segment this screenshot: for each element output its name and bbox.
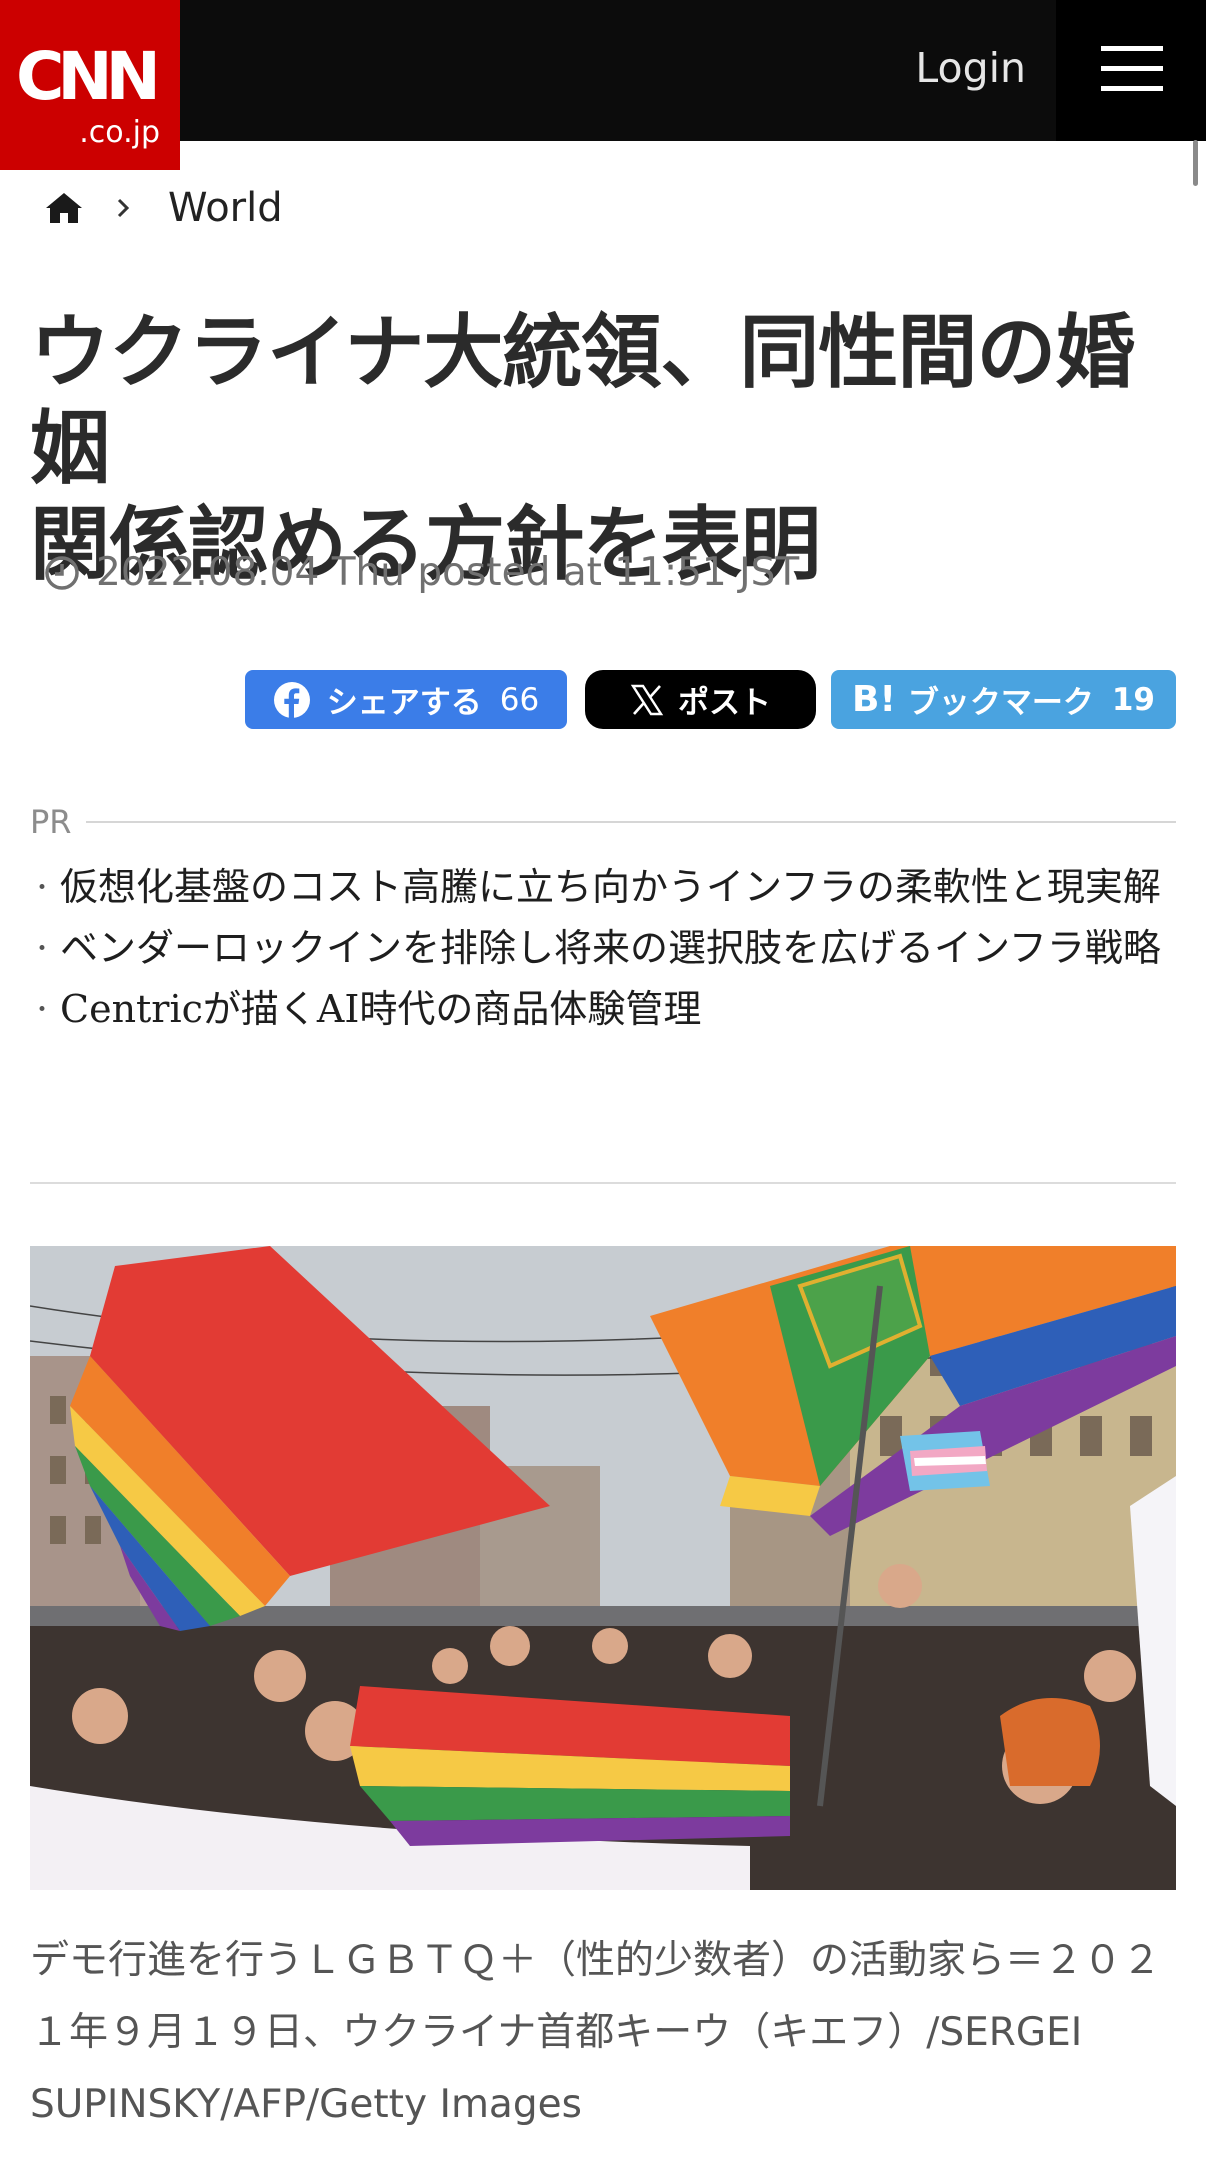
pr-link[interactable]: Centricが描くAI時代の商品体験管理 [36,984,1176,1034]
pr-label: PR [30,803,72,841]
pr-header: PR [30,802,1176,842]
facebook-icon [273,681,310,718]
pr-list: 仮想化基盤のコスト高騰に立ち向かうインフラの柔軟性と現実解 ベンダーロックインを… [36,862,1176,1045]
pride-march-photo [30,1246,1176,1890]
logo-domain: .co.jp [79,115,160,150]
hamburger-icon [1101,46,1163,51]
hatena-bookmark-icon: B! [852,679,896,720]
home-icon[interactable] [44,190,84,226]
breadcrumb-section-link[interactable]: World [168,185,283,231]
hatena-bookmark-button[interactable]: B! ブックマーク 19 [831,670,1176,729]
scrollbar[interactable] [1193,140,1198,186]
section-divider [30,1182,1176,1184]
clock-icon [45,555,79,590]
article-photo [30,1246,1176,1890]
date-text: 2022.08.04 Thu posted at 11:51 JST [96,550,800,595]
hamburger-icon-bar [1101,66,1163,71]
pr-divider [85,821,1176,823]
pr-link[interactable]: ベンダーロックインを排除し将来の選択肢を広げるインフラ戦略 [36,923,1176,973]
breadcrumb: World [44,182,283,234]
logo-text: CNN [16,38,161,115]
facebook-share-button[interactable]: シェアする 66 [245,670,567,729]
x-logo-icon [630,684,664,715]
hatena-bookmark-label: ブックマーク [907,685,1094,721]
chevron-right-icon [117,198,130,218]
hamburger-icon-bar [1101,86,1163,91]
pr-link[interactable]: 仮想化基盤のコスト高騰に立ち向かうインフラの柔軟性と現実解 [36,862,1176,912]
menu-button[interactable] [1056,0,1206,141]
hatena-bookmark-count: 19 [1111,681,1155,718]
facebook-share-count: 66 [499,681,540,718]
photo-caption: デモ行進を行うＬＧＢＴＱ＋（性的少数者）の活動家ら＝２０２１年９月１９日、ウクラ… [30,1938,1162,2127]
title-line-1: ウクライナ大統領、同性間の婚姻 [30,306,1135,495]
cnn-logo[interactable]: CNN .co.jp [0,0,180,170]
article-date: 2022.08.04 Thu posted at 11:51 JST [44,550,799,595]
login-link[interactable]: Login [915,48,1026,89]
facebook-share-label: シェアする [326,685,482,721]
x-post-button[interactable]: ポスト [585,670,816,729]
x-post-label: ポスト [678,685,771,721]
site-header: Login [0,0,1206,141]
